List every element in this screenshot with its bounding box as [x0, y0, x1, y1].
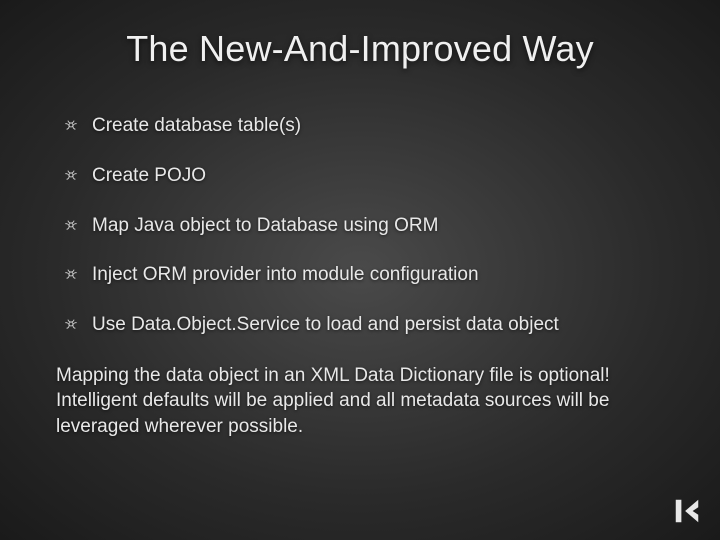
logo-icon — [672, 496, 702, 526]
list-item-text: Use Data.Object.Service to load and pers… — [92, 313, 559, 337]
list-item: Create POJO — [64, 164, 664, 188]
slide-title: The New-And-Improved Way — [56, 28, 664, 70]
list-item: Inject ORM provider into module configur… — [64, 263, 664, 287]
biohazard-bullet-icon — [64, 168, 78, 182]
list-item-text: Create POJO — [92, 164, 206, 188]
bullet-list: Create database table(s) Create POJO — [56, 114, 664, 337]
list-item: Use Data.Object.Service to load and pers… — [64, 313, 664, 337]
list-item-text: Inject ORM provider into module configur… — [92, 263, 479, 287]
biohazard-bullet-icon — [64, 317, 78, 331]
biohazard-bullet-icon — [64, 118, 78, 132]
biohazard-bullet-icon — [64, 267, 78, 281]
biohazard-bullet-icon — [64, 218, 78, 232]
list-item-text: Map Java object to Database using ORM — [92, 214, 438, 238]
paragraph-text: Mapping the data object in an XML Data D… — [56, 363, 664, 440]
list-item: Map Java object to Database using ORM — [64, 214, 664, 238]
slide: The New-And-Improved Way Create database — [0, 0, 720, 540]
list-item-text: Create database table(s) — [92, 114, 301, 138]
list-item: Create database table(s) — [64, 114, 664, 138]
